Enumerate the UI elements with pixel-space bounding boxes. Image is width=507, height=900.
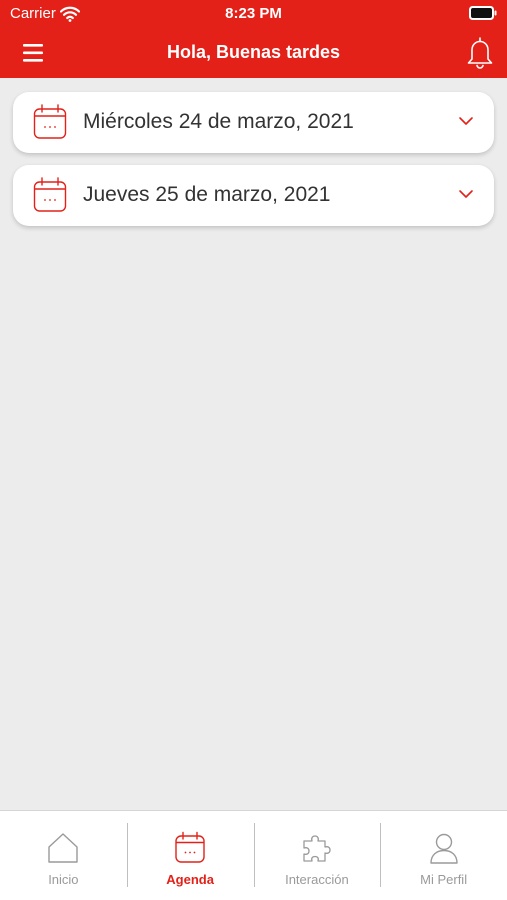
- tab-agenda[interactable]: Agenda: [126, 811, 254, 900]
- chevron-down-icon[interactable]: [458, 189, 474, 199]
- status-time: 8:23 PM: [225, 5, 282, 22]
- nav-bar: Hola, Buenas tardes: [0, 28, 507, 78]
- battery-icon: [469, 6, 497, 20]
- tab-interaccion[interactable]: Interacción: [253, 811, 381, 900]
- tab-inicio[interactable]: Inicio: [0, 811, 127, 900]
- agenda-day-label: Miércoles 24 de marzo, 2021: [83, 110, 354, 133]
- agenda-day-card[interactable]: Jueves 25 de marzo, 2021: [13, 165, 494, 226]
- agenda-day-card[interactable]: Miércoles 24 de marzo, 2021: [13, 92, 494, 153]
- bell-icon[interactable]: [465, 36, 495, 70]
- calendar-icon: [175, 831, 205, 863]
- agenda-day-list: Miércoles 24 de marzo, 2021 Jueves 25 de…: [13, 92, 494, 238]
- page-title: Hola, Buenas tardes: [166, 42, 341, 62]
- tab-mi-perfil[interactable]: Mi Perfil: [380, 811, 507, 900]
- tab-label: Mi Perfil: [420, 872, 468, 887]
- home-icon: [48, 833, 79, 863]
- tab-label: Inicio: [48, 872, 79, 887]
- tab-bar: Inicio Agenda Interacción Mi Perfil: [0, 810, 507, 900]
- chevron-down-icon[interactable]: [458, 116, 474, 126]
- status-bar: Carrier 8:23 PM: [0, 0, 507, 28]
- calendar-icon: [33, 104, 67, 139]
- tab-label: Interacción: [285, 872, 349, 887]
- user-icon: [429, 833, 458, 864]
- tab-label: Agenda: [166, 872, 214, 887]
- app-screen: Carrier 8:23 PM Hola, Buenas tardes Miér…: [0, 0, 507, 900]
- calendar-icon: [33, 177, 67, 212]
- header: Carrier 8:23 PM Hola, Buenas tardes: [0, 0, 507, 78]
- puzzle-icon: [303, 835, 331, 862]
- agenda-day-label: Jueves 25 de marzo, 2021: [83, 183, 331, 206]
